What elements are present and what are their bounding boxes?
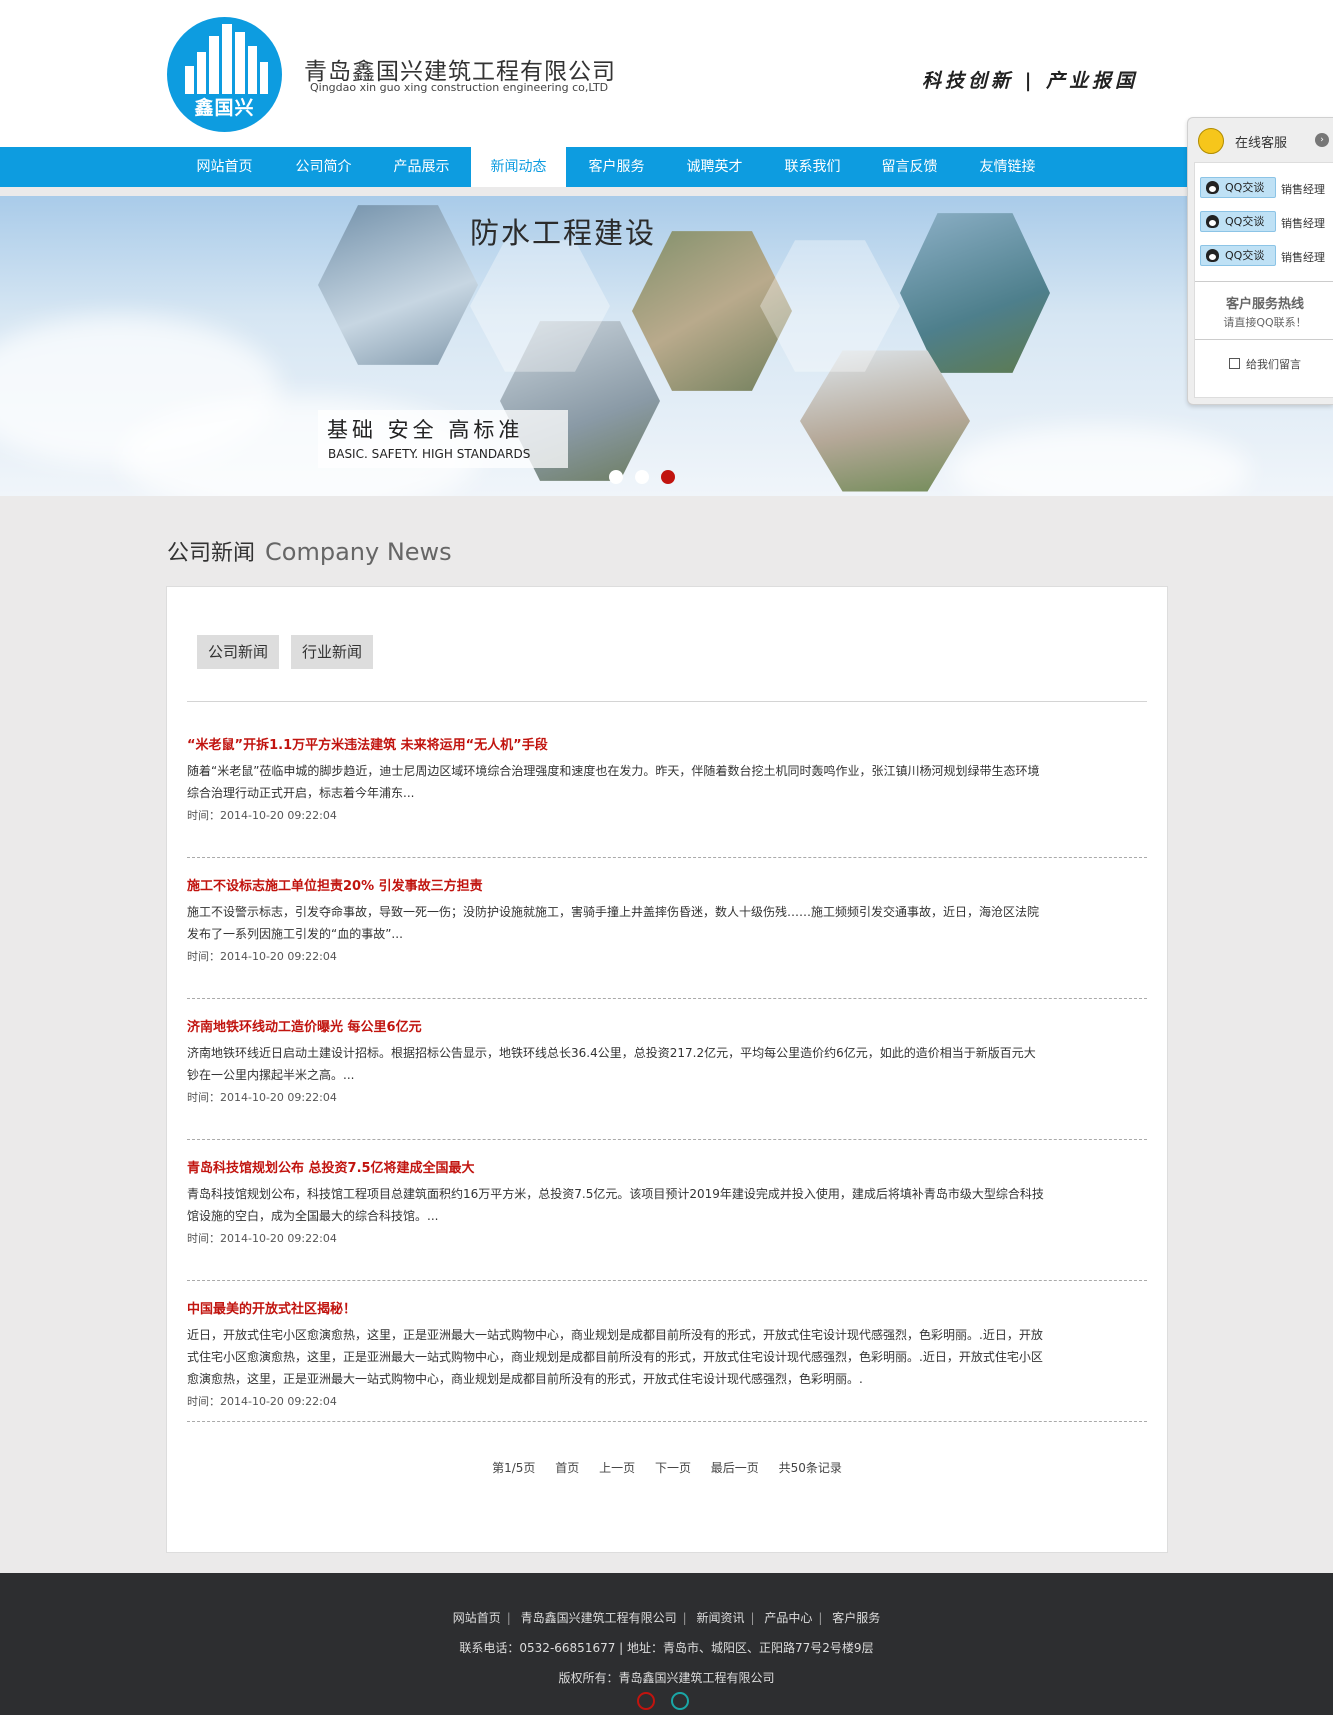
divider [187, 701, 1147, 702]
nav-item-products[interactable]: 产品展示 [374, 147, 469, 187]
slide-dot-1[interactable] [609, 470, 623, 484]
section-title-en: Company News [265, 538, 452, 566]
news-date: 时间：2014-10-20 09:22:04 [187, 950, 337, 963]
slide-dot-3[interactable] [661, 470, 675, 484]
qq-penguin-icon [1206, 249, 1219, 262]
qq-penguin-icon [1206, 215, 1219, 228]
footer-link-service[interactable]: 客户服务 [832, 1611, 880, 1625]
news-item: 中国最美的开放式社区揭秘！ 近日，开放式住宅小区愈演愈热，这里，正是亚洲最大一站… [187, 1298, 1147, 1409]
section-heading: 公司新闻 Company News [167, 535, 452, 567]
footer-link-home[interactable]: 网站首页 [453, 1611, 501, 1625]
news-title[interactable]: 济南地铁环线动工造价曝光 每公里6亿元 [187, 1016, 1147, 1035]
news-item: “米老鼠”开拆1.1万平方米违法建筑 未来将运用“无人机”手段 随着“米老鼠”莅… [187, 734, 1147, 823]
tab-company-news[interactable]: 公司新闻 [197, 635, 280, 669]
banner-subtitle-cn: 基础 安全 高标准 [327, 418, 524, 442]
qq-row: QQ交谈 销售经理 [1200, 211, 1333, 233]
next-page-link[interactable]: 下一页 [655, 1461, 691, 1475]
qq-icon[interactable] [671, 1692, 689, 1710]
footer-link-products[interactable]: 产品中心 [764, 1611, 812, 1625]
weibo-icon[interactable] [637, 1692, 655, 1710]
section-title-cn: 公司新闻 [167, 541, 256, 566]
news-date: 时间：2014-10-20 09:22:04 [187, 1091, 337, 1104]
qq-chat-button[interactable]: QQ交谈 [1200, 211, 1276, 232]
divider [187, 1421, 1147, 1422]
building-photo [318, 205, 478, 365]
agent-label: 销售经理 [1281, 251, 1325, 264]
divider [187, 857, 1147, 858]
news-summary: 近日，开放式住宅小区愈演愈热，这里，正是亚洲最大一站式购物中心，商业规划是成都目… [187, 1328, 1043, 1386]
news-item: 济南地铁环线动工造价曝光 每公里6亿元 济南地铁环线近日启动土建设计招标。根据招… [187, 1016, 1147, 1105]
divider [1195, 339, 1333, 340]
online-service-widget: 在线客服 › QQ交谈 销售经理 QQ交谈 销售经理 QQ交谈 销售经理 客户服… [1187, 117, 1333, 405]
news-summary: 青岛科技馆规划公布，科技馆工程项目总建筑面积约16万平方米，总投资7.5亿元。该… [187, 1187, 1044, 1223]
agent-label: 销售经理 [1281, 217, 1325, 230]
service-avatar-icon [1198, 128, 1224, 154]
news-title[interactable]: 施工不设标志施工单位担责20% 引发事故三方担责 [187, 875, 1147, 894]
footer-contact: 联系电话：0532-66851677 | 地址：青岛市、城阳区、正阳路77号2号… [459, 1641, 874, 1655]
main-nav: 网站首页 公司简介 产品展示 新闻动态 客户服务 诚聘英才 联系我们 留言反馈 … [0, 145, 1333, 187]
hotline-title: 客户服务热线 [1225, 297, 1304, 312]
service-title: 在线客服 [1235, 136, 1288, 151]
nav-item-feedback[interactable]: 留言反馈 [862, 147, 957, 187]
close-icon[interactable]: › [1315, 133, 1329, 147]
leave-message-link[interactable]: 给我们留言 [1195, 356, 1333, 372]
company-logo[interactable]: 鑫国兴 [167, 17, 282, 132]
logo-text: 鑫国兴 [194, 97, 255, 119]
hotline-subtitle: 请直接QQ联系！ [1223, 316, 1307, 329]
nav-item-about[interactable]: 公司简介 [276, 147, 371, 187]
divider [187, 1280, 1147, 1281]
nav-item-contact[interactable]: 联系我们 [765, 147, 860, 187]
last-page-link[interactable]: 最后一页 [711, 1461, 759, 1475]
footer-links: 网站首页 | 青岛鑫国兴建筑工程有限公司 | 新闻资讯 | 产品中心 | 客户服务 [452, 1611, 881, 1625]
news-date: 时间：2014-10-20 09:22:04 [187, 1232, 337, 1245]
nav-item-jobs[interactable]: 诚聘英才 [667, 147, 762, 187]
footer-link-news[interactable]: 新闻资讯 [696, 1611, 744, 1625]
nav-item-links[interactable]: 友情链接 [960, 147, 1055, 187]
company-name-en: Qingdao xin guo xing construction engine… [310, 81, 609, 94]
banner-subtitle-en: BASIC. SAFETY. HIGH STANDARDS [328, 447, 531, 461]
footer-link-company[interactable]: 青岛鑫国兴建筑工程有限公司 [521, 1611, 677, 1625]
divider [187, 998, 1147, 999]
news-title[interactable]: 青岛科技馆规划公布 总投资7.5亿将建成全国最大 [187, 1157, 1147, 1176]
news-date: 时间：2014-10-20 09:22:04 [187, 809, 337, 822]
news-summary: 随着“米老鼠”莅临申城的脚步趋近，迪士尼周边区域环境综合治理强度和速度也在发力。… [187, 764, 1040, 800]
qq-chat-button[interactable]: QQ交谈 [1200, 245, 1276, 266]
news-summary: 施工不设警示标志，引发夺命事故，导致一死一伤；没防护设施就施工，害骑手撞上井盖摔… [187, 905, 1040, 941]
agent-label: 销售经理 [1281, 183, 1325, 196]
footer-copyright: 版权所有：青岛鑫国兴建筑工程有限公司 [558, 1671, 775, 1685]
qq-penguin-icon [1206, 181, 1219, 194]
qq-row: QQ交谈 销售经理 [1200, 177, 1333, 199]
pagination: 第1/5页 首页 上一页 下一页 最后一页 共50条记录 [167, 1459, 1167, 1476]
prev-page-link[interactable]: 上一页 [599, 1461, 635, 1475]
page-info: 第1/5页 [492, 1461, 536, 1475]
edit-icon [1229, 358, 1240, 369]
slide-dot-2[interactable] [635, 470, 649, 484]
banner-title: 防水工程建设 [470, 216, 657, 250]
news-summary: 济南地铁环线近日启动土建设计招标。根据招标公告显示，地铁环线总长36.4公里，总… [187, 1046, 1036, 1082]
nav-item-news[interactable]: 新闻动态 [471, 145, 566, 187]
qq-row: QQ交谈 销售经理 [1200, 245, 1333, 267]
nav-item-service[interactable]: 客户服务 [569, 147, 664, 187]
first-page-link[interactable]: 首页 [555, 1461, 579, 1475]
news-panel: 公司新闻 行业新闻 “米老鼠”开拆1.1万平方米违法建筑 未来将运用“无人机”手… [166, 586, 1168, 1553]
hero-banner[interactable]: 防水工程建设 基础 安全 高标准 BASIC. SAFETY. HIGH STA… [0, 196, 1333, 496]
divider [1195, 281, 1333, 282]
site-footer: 网站首页 | 青岛鑫国兴建筑工程有限公司 | 新闻资讯 | 产品中心 | 客户服务 联系… [0, 1573, 1333, 1715]
site-header: 鑫国兴 青岛鑫国兴建筑工程有限公司 Qingdao xin guo xing c… [0, 0, 1333, 147]
nav-item-home[interactable]: 网站首页 [177, 147, 272, 187]
slogan: 科技创新 | 产业报国 [922, 70, 1139, 92]
qq-chat-button[interactable]: QQ交谈 [1200, 177, 1276, 198]
divider [187, 1139, 1147, 1140]
news-item: 施工不设标志施工单位担责20% 引发事故三方担责 施工不设警示标志，引发夺命事故… [187, 875, 1147, 964]
news-date: 时间：2014-10-20 09:22:04 [187, 1395, 337, 1408]
tab-industry-news[interactable]: 行业新闻 [291, 635, 374, 669]
news-title[interactable]: 中国最美的开放式社区揭秘！ [187, 1298, 1147, 1317]
total-records: 共50条记录 [778, 1461, 842, 1475]
news-title[interactable]: “米老鼠”开拆1.1万平方米违法建筑 未来将运用“无人机”手段 [187, 734, 1147, 753]
news-item: 青岛科技馆规划公布 总投资7.5亿将建成全国最大 青岛科技馆规划公布，科技馆工程… [187, 1157, 1147, 1246]
